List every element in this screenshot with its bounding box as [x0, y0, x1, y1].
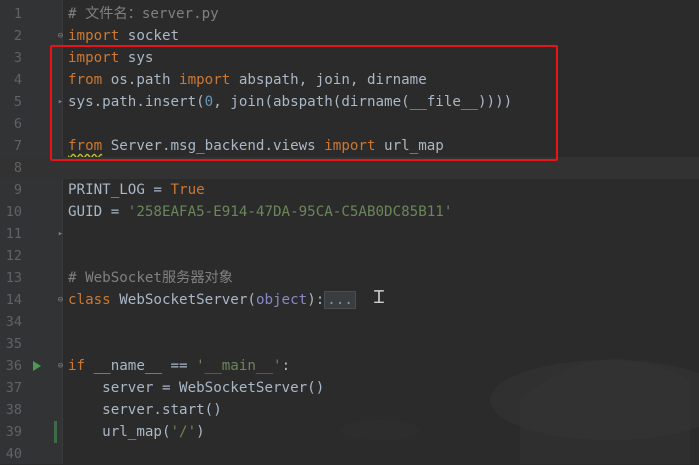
code-text[interactable]: GUID = '258EAFA5-E914-47DA-95CA-C5AB0DC8… — [68, 201, 452, 223]
fold-marker-icon[interactable]: ⊖ — [56, 295, 65, 305]
code-token: : — [281, 358, 291, 374]
line-number: 38 — [5, 402, 22, 418]
line-number: 9 — [13, 182, 22, 198]
line-number: 7 — [13, 138, 22, 154]
annotation-highlight-box — [50, 45, 558, 161]
code-text[interactable]: url_map('/') — [68, 421, 205, 443]
line-number: 40 — [5, 446, 22, 462]
code-line[interactable]: 36 if __name__ == '__main__': — [0, 355, 699, 377]
code-token: server.start() — [68, 402, 222, 418]
code-token: ): — [307, 292, 325, 308]
code-token: __name__ == — [85, 358, 197, 374]
code-text[interactable]: # WebSocket服务器对象 — [68, 267, 233, 289]
run-triangle-icon[interactable] — [33, 361, 41, 371]
line-number: 4 — [13, 72, 22, 88]
code-token: class — [68, 292, 111, 308]
code-line[interactable]: 35 — [0, 333, 699, 355]
line-number: 8 — [13, 160, 22, 176]
code-line[interactable]: 38 server.start() — [0, 399, 699, 421]
code-text[interactable]: if __name__ == '__main__': — [68, 355, 290, 377]
text-cursor-icon: Ɪ — [374, 287, 385, 308]
code-token: GUID = — [68, 204, 128, 220]
code-line[interactable]: 13 # WebSocket服务器对象 — [0, 267, 699, 289]
fold-end-marker-icon[interactable]: ▸ — [56, 97, 65, 107]
code-token: '__main__' — [196, 358, 282, 374]
code-token: import — [68, 28, 120, 44]
code-token: # 文件名：server.py — [68, 6, 219, 22]
vcs-change-marker — [54, 421, 57, 443]
line-number: 34 — [5, 314, 22, 330]
code-line[interactable]: 9 PRINT_LOG = True — [0, 179, 699, 201]
code-line[interactable]: 12 — [0, 245, 699, 267]
code-text[interactable]: class WebSocketServer(object):... — [68, 289, 356, 311]
line-number: 13 — [5, 270, 22, 286]
code-token: True — [170, 182, 205, 198]
code-line[interactable]: 40 — [0, 443, 699, 465]
line-number: 10 — [5, 204, 22, 220]
line-number: 35 — [5, 336, 22, 352]
line-number: 1 — [13, 6, 22, 22]
line-number: 39 — [5, 424, 22, 440]
folded-code-block[interactable]: ... — [324, 291, 356, 309]
code-token: PRINT_LOG = — [68, 182, 171, 198]
code-line[interactable]: 1 # 文件名：server.py — [0, 3, 699, 25]
code-text[interactable]: # 文件名：server.py — [68, 3, 219, 25]
line-number: 11 — [5, 226, 22, 242]
fold-end-marker-icon[interactable]: ▸ — [56, 229, 65, 239]
line-number: 12 — [5, 248, 22, 264]
code-token: server = WebSocketServer() — [68, 380, 325, 396]
line-number: 36 — [5, 358, 22, 374]
line-number: 37 — [5, 380, 22, 396]
code-token: # WebSocket服务器对象 — [68, 270, 233, 286]
code-line[interactable]: 34 — [0, 311, 699, 333]
line-number: 14 — [5, 292, 22, 308]
code-text[interactable]: import socket — [68, 25, 179, 47]
code-token: ) — [196, 424, 205, 440]
fold-marker-icon[interactable]: ⊖ — [56, 361, 65, 371]
code-token: WebSocketServer( — [110, 292, 256, 308]
code-text[interactable]: server = WebSocketServer() — [68, 377, 324, 399]
code-text[interactable]: PRINT_LOG = True — [68, 179, 205, 201]
code-line[interactable]: 39 url_map('/') — [0, 421, 699, 443]
code-text[interactable]: server.start() — [68, 399, 222, 421]
code-line[interactable]: 11 — [0, 223, 699, 245]
code-token: object — [255, 292, 308, 308]
code-line[interactable]: 2 import socket — [0, 25, 699, 47]
fold-marker-icon[interactable]: ⊖ — [56, 31, 65, 41]
code-token: '/' — [170, 424, 197, 440]
code-line[interactable]: 10 GUID = '258EAFA5-E914-47DA-95CA-C5AB0D… — [0, 201, 699, 223]
code-line[interactable]: 37 server = WebSocketServer() — [0, 377, 699, 399]
line-number: 5 — [13, 94, 22, 110]
code-token: url_map( — [68, 424, 171, 440]
code-token: socket — [119, 28, 180, 44]
code-line[interactable]: 14 class WebSocketServer(object):... — [0, 289, 699, 311]
code-token: if — [68, 358, 86, 374]
line-number: 3 — [13, 50, 22, 66]
line-number: 6 — [13, 116, 22, 132]
code-token: '258EAFA5-E914-47DA-95CA-C5AB0DC85B11' — [127, 204, 453, 220]
line-number: 2 — [13, 28, 22, 44]
